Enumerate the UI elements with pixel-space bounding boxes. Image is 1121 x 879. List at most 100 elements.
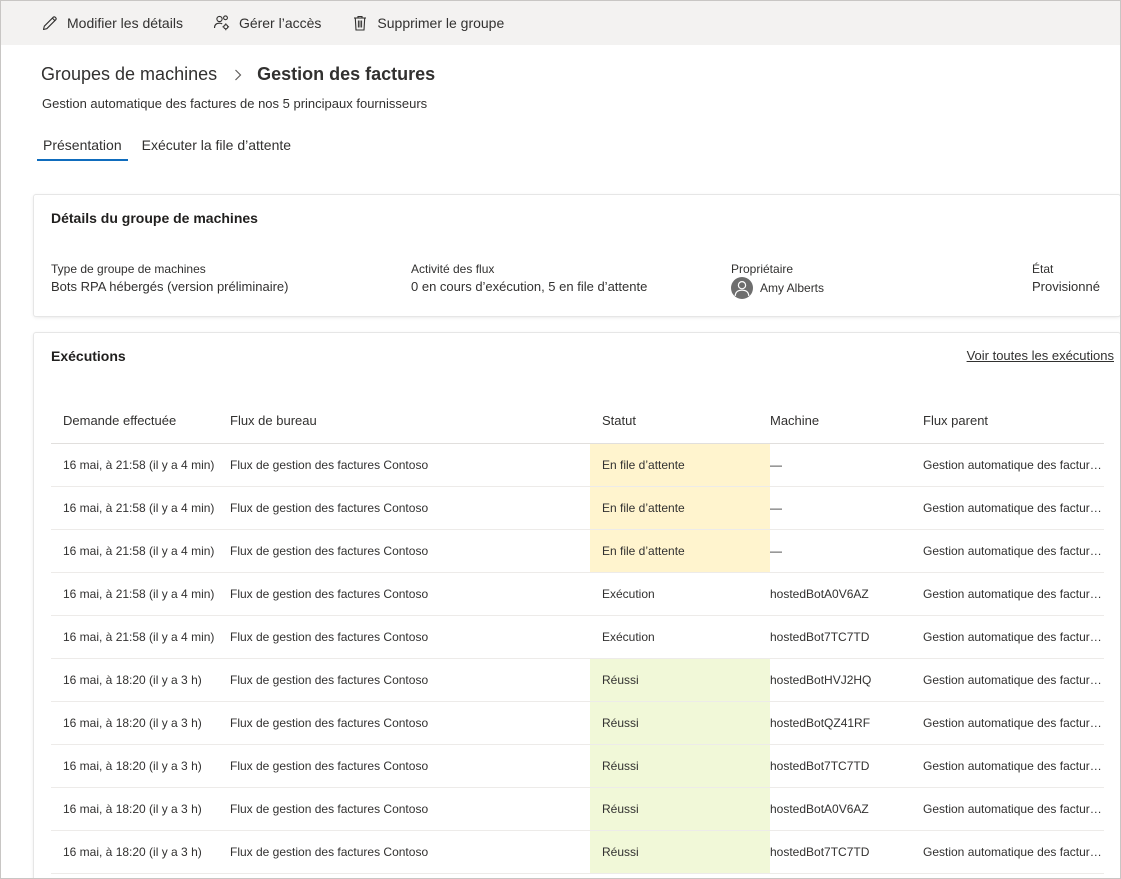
column-header-desktop-flow[interactable]: Flux de bureau: [230, 397, 590, 444]
cell-requested: 16 mai, à 21:58 (il y a 4 min): [51, 443, 230, 487]
table-row[interactable]: 16 mai, à 21:58 (il y a 4 min) Flux de ge…: [51, 443, 1104, 487]
cell-status: En file d’attente: [590, 443, 770, 487]
cell-parent-flow: Gestion automatique des factures de nos …: [923, 572, 1104, 616]
cell-machine: hostedBotQZ41RF: [770, 701, 923, 745]
cell-desktop-flow: Flux de gestion des factures Contoso: [230, 830, 590, 874]
cell-machine: hostedBot7TC7TD: [770, 830, 923, 874]
column-header-parent-flow[interactable]: Flux parent: [923, 397, 1104, 444]
trash-icon: [354, 15, 367, 31]
cell-machine: —: [770, 443, 923, 487]
cell-parent-flow: Gestion automatique des factures de nos …: [923, 529, 1104, 573]
chevron-right-icon: [233, 68, 243, 82]
group-type-value: Bots RPA hébergés (version préliminaire): [51, 279, 289, 294]
cell-parent-flow: Gestion automatique des factures de nos …: [923, 787, 1104, 831]
detail-group-type: Type de groupe de machines Bots RPA hébe…: [51, 262, 288, 294]
cell-requested: 16 mai, à 21:58 (il y a 4 min): [51, 572, 230, 616]
cell-machine: hostedBotA0V6AZ: [770, 572, 923, 616]
delete-group-label: Supprimer le groupe: [377, 15, 505, 31]
owner-label: Propriétaire: [731, 262, 794, 276]
cell-status: Réussi: [590, 701, 770, 745]
cell-desktop-flow: Flux de gestion des factures Contoso: [230, 572, 590, 616]
cell-machine: hostedBotHVJ2HQ: [770, 658, 923, 702]
column-header-status[interactable]: Statut: [590, 397, 770, 444]
owner-name: Amy Alberts: [760, 281, 825, 295]
edit-details-label: Modifier les détails: [67, 15, 183, 31]
table-row[interactable]: 16 mai, à 21:58 (il y a 4 min) Flux de ge…: [51, 486, 1104, 530]
cell-desktop-flow: Flux de gestion des factures Contoso: [230, 658, 590, 702]
group-type-label: Type de groupe de machines: [51, 262, 206, 276]
manage-access-label: Gérer l’accès: [238, 15, 322, 31]
cell-machine: hostedBot7TC7TD: [770, 615, 923, 659]
column-header-machine[interactable]: Machine: [770, 397, 923, 444]
cell-requested: 16 mai, à 21:58 (il y a 4 min): [51, 529, 230, 573]
cell-desktop-flow: Flux de gestion des factures Contoso: [230, 529, 590, 573]
cell-requested: 16 mai, à 18:20 (il y a 3 h): [51, 830, 230, 874]
cell-status: Réussi: [590, 830, 770, 874]
cell-machine: —: [770, 486, 923, 530]
cell-parent-flow: Gestion automatique des factures de nos …: [923, 830, 1104, 874]
table-row[interactable]: 16 mai, à 18:20 (il y a 3 h) Flux de gest…: [51, 658, 1104, 702]
tab-run-queue[interactable]: Exécuter la file d’attente: [136, 131, 297, 160]
table-header-row: Demande effectuée Flux de bureau Statut …: [51, 397, 1104, 444]
pencil-icon: [42, 16, 57, 31]
cell-desktop-flow: Flux de gestion des factures Contoso: [230, 701, 590, 745]
detail-flow-activity: Activité des flux 0 en cours d’exécution…: [411, 262, 647, 294]
details-title: Détails du groupe de machines: [51, 210, 258, 226]
person-icon: [731, 277, 753, 299]
cell-desktop-flow: Flux de gestion des factures Contoso: [230, 744, 590, 788]
cell-requested: 16 mai, à 21:58 (il y a 4 min): [51, 615, 230, 659]
table-row[interactable]: 16 mai, à 21:58 (il y a 4 min) Flux de ge…: [51, 615, 1104, 659]
cell-status: En file d’attente: [590, 529, 770, 573]
cell-desktop-flow: Flux de gestion des factures Contoso: [230, 486, 590, 530]
runs-title: Exécutions: [51, 348, 126, 364]
cell-status: Réussi: [590, 787, 770, 831]
table-row[interactable]: 16 mai, à 18:20 (il y a 3 h) Flux de gest…: [51, 787, 1104, 831]
cell-desktop-flow: Flux de gestion des factures Contoso: [230, 615, 590, 659]
cell-requested: 16 mai, à 21:58 (il y a 4 min): [51, 486, 230, 530]
state-value: Provisionné: [1032, 279, 1100, 294]
edit-details-button[interactable]: Modifier les détails: [41, 1, 183, 45]
cell-parent-flow: Gestion automatique des factures de nos …: [923, 443, 1104, 487]
machine-group-details-card: Détails du groupe de machines Type de gr…: [34, 195, 1120, 316]
table-row[interactable]: 16 mai, à 21:58 (il y a 4 min) Flux de ge…: [51, 572, 1104, 616]
manage-access-button[interactable]: Gérer l’accès: [213, 1, 321, 45]
state-label: État: [1032, 262, 1054, 276]
app-window: Modifier les détails Gérer l’accès Suppr…: [0, 0, 1121, 879]
tab-overview[interactable]: Présentation: [37, 131, 128, 161]
table-row[interactable]: 16 mai, à 18:20 (il y a 3 h) Flux de gest…: [51, 744, 1104, 788]
cell-status: Réussi: [590, 744, 770, 788]
page-title: Gestion des factures: [257, 64, 436, 84]
cell-machine: hostedBot7TC7TD: [770, 744, 923, 788]
table-row[interactable]: 16 mai, à 18:20 (il y a 3 h) Flux de gest…: [51, 701, 1104, 745]
delete-group-button[interactable]: Supprimer le groupe: [351, 1, 504, 45]
page-subtitle: Gestion automatique des factures de nos …: [42, 96, 428, 111]
cell-desktop-flow: Flux de gestion des factures Contoso: [230, 443, 590, 487]
cell-status: En file d’attente: [590, 486, 770, 530]
people-settings-icon: [213, 15, 230, 31]
cell-parent-flow: Gestion automatique des factures de nos …: [923, 486, 1104, 530]
cell-requested: 16 mai, à 18:20 (il y a 3 h): [51, 787, 230, 831]
breadcrumb-machine-groups[interactable]: Groupes de machines: [41, 64, 217, 85]
cell-status: Réussi: [590, 658, 770, 702]
table-row[interactable]: 16 mai, à 18:20 (il y a 3 h) Flux de gest…: [51, 830, 1104, 874]
cell-machine: hostedBotA0V6AZ: [770, 787, 923, 831]
cell-parent-flow: Gestion automatique des factures de nos …: [923, 658, 1104, 702]
runs-table-body: 16 mai, à 21:58 (il y a 4 min) Flux de ge…: [51, 443, 1104, 874]
flow-activity-label: Activité des flux: [411, 262, 495, 276]
command-bar: Modifier les détails Gérer l’accès Suppr…: [1, 1, 1120, 45]
runs-table: Demande effectuée Flux de bureau Statut …: [51, 397, 1104, 874]
breadcrumb: Groupes de machines Gestion des factures: [41, 64, 435, 85]
detail-owner: Propriétaire Amy Alberts: [731, 262, 824, 299]
cell-machine: —: [770, 529, 923, 573]
cell-desktop-flow: Flux de gestion des factures Contoso: [230, 787, 590, 831]
column-header-requested[interactable]: Demande effectuée: [51, 397, 230, 444]
see-all-runs-link[interactable]: Voir toutes les exécutions: [967, 348, 1114, 363]
table-row[interactable]: 16 mai, à 21:58 (il y a 4 min) Flux de ge…: [51, 529, 1104, 573]
owner-persona[interactable]: Amy Alberts: [731, 277, 824, 299]
cell-parent-flow: Gestion automatique des factures de nos …: [923, 701, 1104, 745]
cell-requested: 16 mai, à 18:20 (il y a 3 h): [51, 744, 230, 788]
detail-state: État Provisionné: [1032, 262, 1100, 294]
cell-requested: 16 mai, à 18:20 (il y a 3 h): [51, 701, 230, 745]
flow-activity-value: 0 en cours d’exécution, 5 en file d’atte…: [411, 279, 648, 294]
cell-parent-flow: Gestion automatique des factures de nos …: [923, 615, 1104, 659]
